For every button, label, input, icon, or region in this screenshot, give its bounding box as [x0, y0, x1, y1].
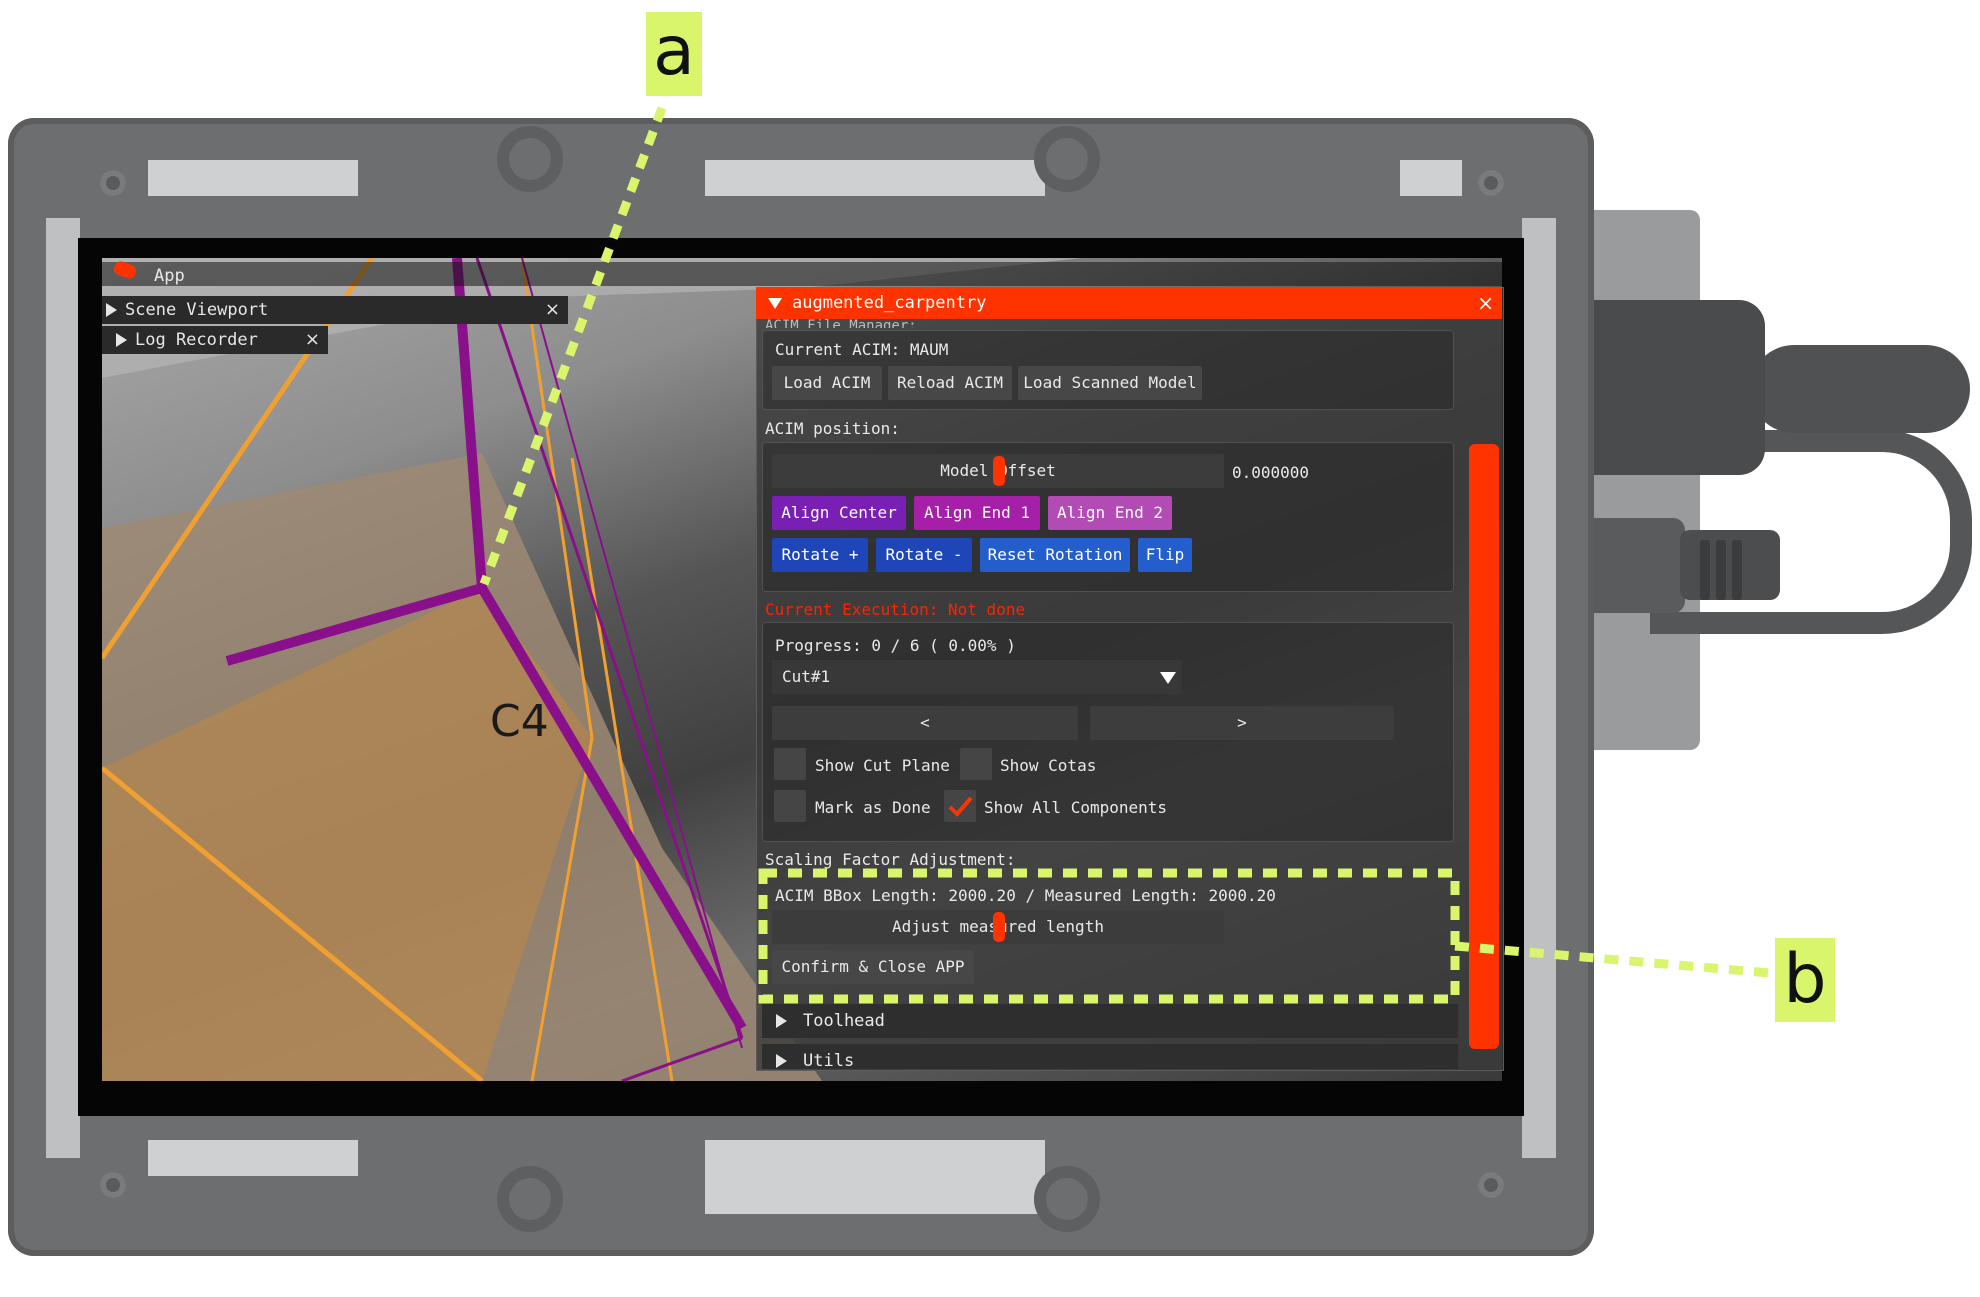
annotation-overlay: [479, 106, 1771, 1004]
annotation-a: a: [646, 12, 702, 96]
annotation-a-leader: [479, 106, 667, 586]
annotation-b: b: [1775, 938, 1835, 1022]
annotation-b-leader: [1454, 941, 1771, 978]
annotation-b-box: [758, 868, 1460, 1004]
